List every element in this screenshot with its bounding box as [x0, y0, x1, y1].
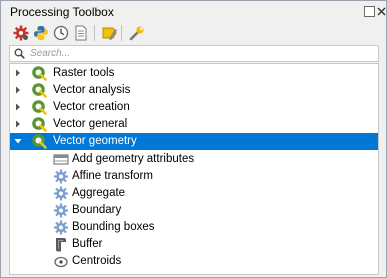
collapse-arrow-icon[interactable] — [13, 136, 23, 146]
close-icon[interactable] — [376, 6, 387, 17]
algorithm-add-geometry-attributes[interactable]: Add geometry attributes — [10, 151, 378, 168]
algorithm-aggregate[interactable]: Aggregate — [10, 185, 378, 202]
expand-arrow-icon[interactable] — [13, 102, 23, 112]
algorithm-bounding-boxes[interactable]: Bounding boxes — [10, 219, 378, 236]
algorithm-buffer[interactable]: Buffer — [10, 236, 378, 253]
python-icon[interactable] — [32, 24, 50, 42]
models-gear-icon[interactable] — [12, 24, 30, 42]
toolbox-toolbar — [2, 22, 386, 44]
options-wrench-icon[interactable] — [128, 24, 146, 42]
buffer-icon — [56, 238, 66, 252]
category-label: Vector geometry — [53, 135, 137, 147]
gear-icon — [54, 186, 68, 201]
panel-titlebar: Processing Toolbox — [2, 2, 386, 22]
edit-in-place-icon[interactable] — [101, 24, 119, 42]
tree-item-vector-creation[interactable]: Vector creation — [10, 99, 378, 116]
panel-title: Processing Toolbox — [10, 5, 114, 19]
category-label: Raster tools — [53, 67, 115, 79]
toolbar-separator — [94, 25, 95, 41]
gear-icon — [54, 169, 68, 184]
category-label: Vector creation — [53, 101, 130, 113]
algorithm-label: Boundary — [72, 204, 122, 216]
expand-arrow-icon[interactable] — [13, 68, 23, 78]
qgis-provider-icon — [32, 134, 47, 149]
gear-icon — [54, 220, 68, 235]
algorithm-label: Centroids — [72, 255, 122, 267]
float-panel-icon[interactable] — [364, 6, 375, 17]
algorithm-label: Affine transform — [72, 170, 153, 182]
expand-arrow-icon[interactable] — [13, 119, 23, 129]
expand-arrow-icon[interactable] — [13, 85, 23, 95]
qgis-provider-icon — [32, 100, 47, 115]
search-icon — [14, 48, 25, 59]
algorithm-label: Aggregate — [72, 187, 126, 199]
toolbar-separator — [121, 25, 122, 41]
qgis-provider-icon — [32, 66, 47, 81]
history-clock-icon[interactable] — [52, 24, 70, 42]
algorithm-tree: Raster tools Vector analysis Vector crea… — [9, 63, 379, 275]
gear-icon — [54, 203, 68, 218]
category-label: Vector general — [53, 118, 128, 130]
qgis-provider-icon — [32, 83, 47, 98]
tree-item-raster-tools[interactable]: Raster tools — [10, 65, 378, 82]
category-label: Vector analysis — [53, 84, 131, 96]
algorithm-affine-transform[interactable]: Affine transform — [10, 168, 378, 185]
tree-item-vector-general[interactable]: Vector general — [10, 116, 378, 133]
centroid-icon — [54, 256, 68, 268]
algorithm-label: Bounding boxes — [72, 221, 155, 233]
results-document-icon[interactable] — [72, 24, 90, 42]
search-input[interactable] — [30, 47, 370, 60]
qgis-provider-icon — [32, 117, 47, 132]
algorithm-label: Add geometry attributes — [72, 153, 195, 165]
tree-item-vector-geometry[interactable]: Vector geometry — [10, 133, 378, 150]
table-icon — [53, 154, 69, 165]
processing-toolbox-panel: Processing Toolbox Search... Raster tool… — [0, 0, 387, 278]
algorithm-boundary[interactable]: Boundary — [10, 202, 378, 219]
tree-item-vector-analysis[interactable]: Vector analysis — [10, 82, 378, 99]
algorithm-centroids[interactable]: Centroids — [10, 253, 378, 270]
search-field[interactable] — [9, 45, 379, 62]
algorithm-label: Buffer — [72, 238, 103, 250]
